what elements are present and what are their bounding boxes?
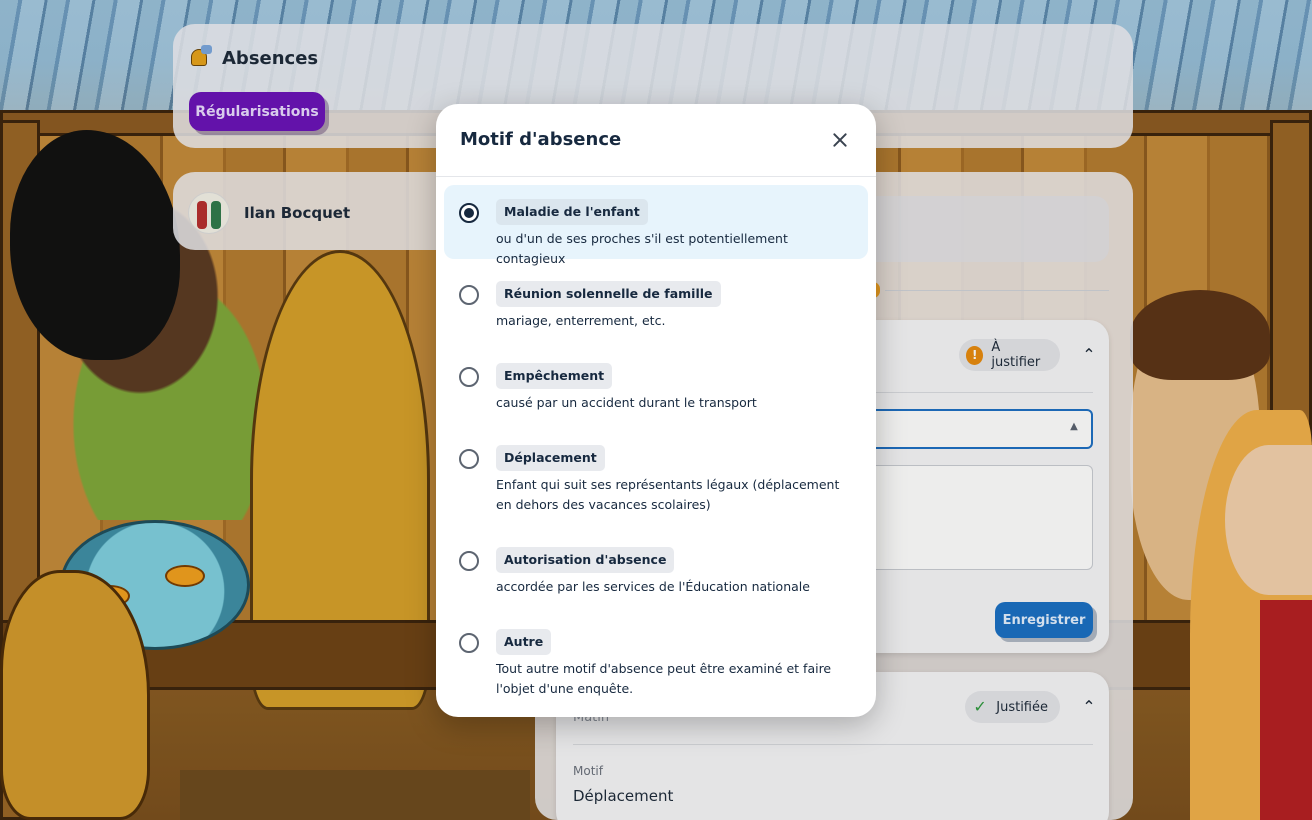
motif-option-deplacement[interactable]: Déplacement Enfant qui suit ses représen… (444, 431, 868, 525)
radio-button[interactable] (459, 203, 479, 223)
option-label: Maladie de l'enfant (496, 199, 648, 225)
motif-dialog: Motif d'absence Maladie de l'enfant ou d… (436, 104, 876, 717)
radio-button[interactable] (459, 633, 479, 653)
option-label: Déplacement (496, 445, 605, 471)
option-description: ou d'un de ses proches s'il est potentie… (496, 231, 788, 266)
radio-button[interactable] (459, 285, 479, 305)
option-description: Enfant qui suit ses représentants légaux… (496, 477, 840, 512)
motif-option-autorisation[interactable]: Autorisation d'absence accordée par les … (444, 533, 868, 607)
option-label: Autorisation d'absence (496, 547, 675, 573)
radio-button[interactable] (459, 551, 479, 571)
dialog-title: Motif d'absence (460, 129, 622, 150)
option-description: Tout autre motif d'absence peut être exa… (496, 661, 832, 696)
motif-option-empechement[interactable]: Empêchement causé par un accident durant… (444, 349, 868, 423)
option-description: accordée par les services de l'Éducation… (496, 579, 810, 594)
radio-button[interactable] (459, 367, 479, 387)
option-label: Autre (496, 629, 552, 655)
motif-option-autre[interactable]: Autre Tout autre motif d'absence peut êt… (444, 615, 868, 709)
option-label: Réunion solennelle de famille (496, 281, 721, 307)
option-label: Empêchement (496, 363, 613, 389)
motif-option-maladie[interactable]: Maladie de l'enfant ou d'un de ses proch… (444, 185, 868, 266)
close-icon[interactable] (828, 128, 852, 152)
radio-button[interactable] (459, 449, 479, 469)
dialog-header: Motif d'absence (436, 104, 876, 177)
option-description: mariage, enterrement, etc. (496, 313, 666, 328)
option-description: causé par un accident durant le transpor… (496, 395, 757, 410)
motif-option-reunion[interactable]: Réunion solennelle de famille mariage, e… (444, 267, 868, 341)
